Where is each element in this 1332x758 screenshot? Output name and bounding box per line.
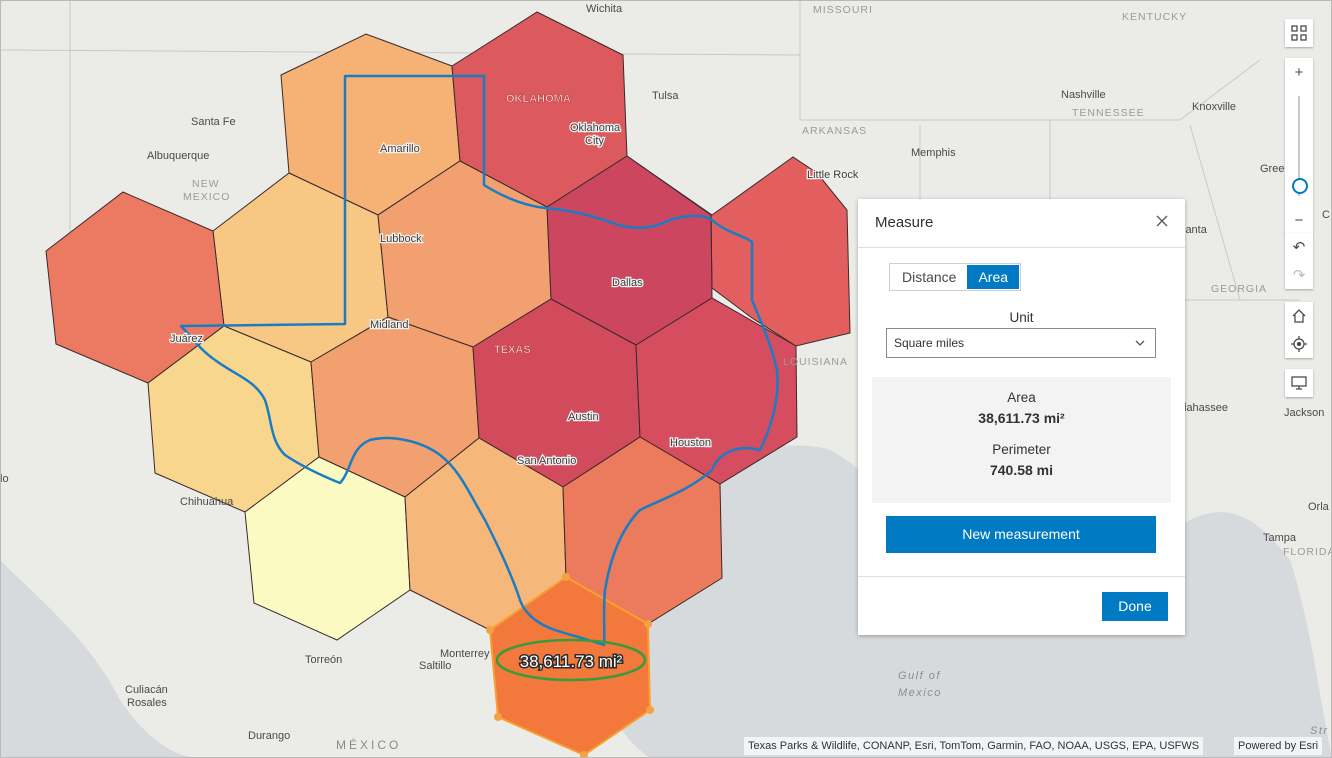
label-missouri: MISSOURI — [813, 4, 873, 16]
measure-mode-toggle: Distance Area — [889, 263, 1021, 291]
screen-widget — [1285, 369, 1313, 397]
label-oklahoma: OKLAHOMA — [506, 93, 571, 105]
locate-icon[interactable] — [1285, 330, 1313, 358]
label-lo: lo — [0, 473, 9, 485]
unit-select-value: Square miles — [894, 336, 964, 350]
measure-panel-header: Measure — [858, 199, 1185, 248]
zoom-out-button[interactable]: − — [1285, 206, 1313, 234]
measurement-result-label: 38,611.73 mi² — [520, 652, 623, 671]
label-new-mexico: NEW — [192, 178, 220, 190]
perimeter-label: Perimeter — [872, 442, 1171, 457]
close-icon[interactable] — [1153, 212, 1171, 230]
powered-by-esri[interactable]: Powered by Esri — [1234, 737, 1322, 755]
label-amarillo: Amarillo — [380, 143, 420, 155]
zoom-in-button[interactable]: + — [1285, 58, 1313, 86]
vertex-handle — [644, 620, 652, 628]
label-tampa: Tampa — [1263, 532, 1297, 544]
tab-area[interactable]: Area — [967, 265, 1019, 289]
vertex-handle — [494, 713, 502, 721]
label-memphis: Memphis — [911, 147, 956, 159]
area-label: Area — [872, 390, 1171, 405]
measure-panel: Measure Distance Area Unit Square miles … — [858, 199, 1185, 635]
label-arkansas: ARKANSAS — [802, 125, 867, 137]
monitor-icon[interactable] — [1285, 369, 1313, 397]
label-albuquerque: Albuquerque — [147, 150, 209, 162]
label-durango: Durango — [248, 730, 290, 742]
vertex-handle — [562, 573, 570, 581]
unit-select[interactable]: Square miles — [886, 328, 1156, 358]
home-icon[interactable] — [1285, 302, 1313, 330]
label-juarez: Juárez — [170, 333, 203, 345]
zoom-widget: + − — [1285, 58, 1313, 234]
undo-button[interactable]: ↶ — [1285, 233, 1313, 261]
label-jackson: Jackson — [1284, 407, 1324, 419]
measurement-results: Area 38,611.73 mi² Perimeter 740.58 mi — [872, 377, 1171, 503]
label-little-rock: Little Rock — [807, 169, 859, 181]
label-louisiana: LOUISIANA — [783, 356, 848, 368]
label-wichita: Wichita — [586, 3, 623, 15]
label-san-antonio: San Antonio — [517, 455, 576, 467]
label-chihuahua: Chihuahua — [180, 496, 234, 508]
label-georgia: GEORGIA — [1211, 283, 1267, 295]
label-tulsa: Tulsa — [652, 90, 679, 102]
label-midland: Midland — [370, 319, 409, 331]
vertex-handle — [646, 706, 654, 714]
label-oklahoma-city: Oklahoma — [570, 122, 621, 134]
label-saltillo: Saltillo — [419, 660, 451, 672]
unit-label: Unit — [858, 310, 1185, 325]
nav-widget — [1285, 302, 1313, 358]
zoom-slider[interactable] — [1285, 86, 1313, 206]
label-santa-fe: Santa Fe — [191, 116, 236, 128]
redo-button[interactable]: ↷ — [1285, 261, 1313, 289]
label-str: Str — [1310, 725, 1329, 737]
label-kentucky: KENTUCKY — [1122, 11, 1187, 23]
panel-divider — [858, 576, 1185, 577]
label-austin: Austin — [568, 411, 599, 423]
label-orlando: Orla — [1308, 501, 1330, 513]
label-tennessee: TENNESSEE — [1072, 107, 1145, 119]
area-value: 38,611.73 mi² — [872, 410, 1171, 426]
label-florida: FLORIDA — [1283, 546, 1332, 558]
grid-icon[interactable] — [1285, 19, 1313, 47]
label-c: C — [1322, 209, 1330, 221]
label-knoxville: Knoxville — [1192, 101, 1236, 113]
label-houston: Houston — [670, 437, 711, 449]
label-culiacan: Culiacán — [125, 684, 168, 696]
label-gulf-of: Gulf of — [898, 670, 941, 682]
label-tallahassee: lahassee — [1184, 402, 1228, 414]
tab-distance[interactable]: Distance — [891, 265, 967, 289]
new-measurement-button[interactable]: New measurement — [886, 516, 1156, 553]
label-mexico: MÉXICO — [336, 737, 401, 752]
undo-redo-widget: ↶ ↷ — [1285, 233, 1313, 289]
done-button[interactable]: Done — [1102, 592, 1168, 621]
chevron-down-icon — [1135, 329, 1145, 357]
measure-panel-title: Measure — [875, 214, 933, 231]
label-atlanta: lanta — [1183, 224, 1208, 236]
label-oklahoma-city-2: City — [585, 135, 604, 147]
label-rosales: Rosales — [127, 697, 167, 709]
vertex-handle — [486, 626, 494, 634]
label-texas: TEXAS — [494, 344, 531, 356]
label-torreon: Torreón — [305, 654, 342, 666]
label-monterrey: Monterrey — [440, 648, 490, 660]
perimeter-value: 740.58 mi — [872, 462, 1171, 478]
label-nashville: Nashville — [1061, 89, 1106, 101]
zoom-slider-thumb[interactable] — [1292, 178, 1308, 194]
label-gulf-mexico: Mexico — [898, 687, 942, 699]
qr-widget — [1285, 19, 1313, 47]
label-lubbock: Lubbock — [380, 233, 422, 245]
label-new-mexico-2: MEXICO — [183, 191, 230, 203]
map-attribution[interactable]: Texas Parks & Wildlife, CONANP, Esri, To… — [744, 737, 1203, 755]
label-dallas: Dallas — [612, 277, 643, 289]
